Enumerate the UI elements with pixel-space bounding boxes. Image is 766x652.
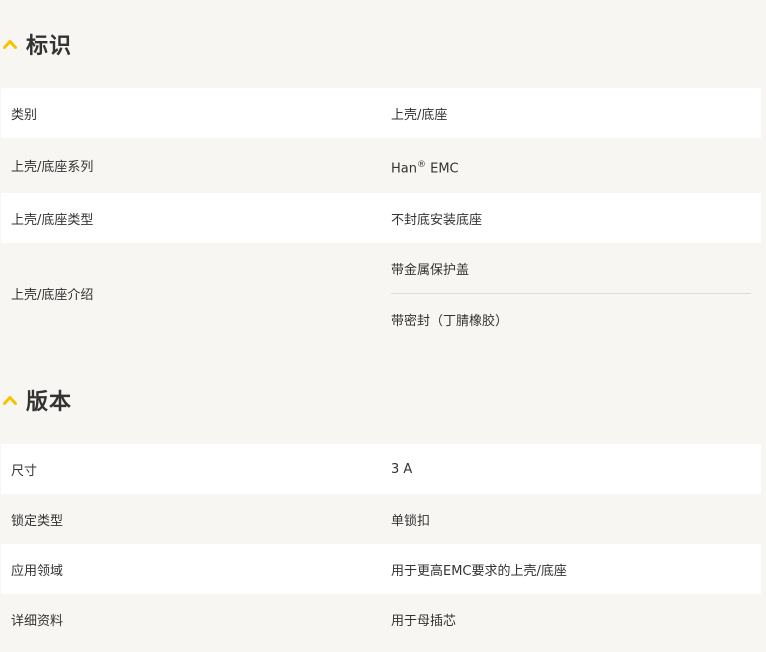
section-header-version[interactable]: 版本 — [0, 344, 766, 444]
section-title: 标识 — [26, 34, 73, 59]
registered-mark: ® — [416, 160, 426, 171]
table-row: 详细资料 用于母插芯 — [1, 594, 761, 644]
table-row: 上壳/底座介绍 带金属保护盖 带密封（丁腈橡胶） — [1, 243, 761, 344]
row-value: 用于母插芯 — [391, 613, 457, 629]
table-row: 上壳/底座类型 不封底安装底座 — [1, 193, 761, 243]
row-label: 上壳/底座系列 — [11, 160, 94, 175]
section-title: 版本 — [26, 390, 73, 415]
chevron-up-icon[interactable] — [2, 38, 18, 50]
row-label: 锁定类型 — [11, 513, 64, 529]
series-name: Han — [391, 161, 417, 177]
spec-table: 类别 上壳/底座 上壳/底座系列 Han® EMC 上壳/底座类型 不封底安装底… — [1, 88, 761, 344]
spec-table: 尺寸 3 A 锁定类型 单锁扣 应用领域 用于更高EMC要求的上壳/底座 详细资… — [1, 444, 761, 644]
list-item: 带密封（丁腈橡胶） — [391, 313, 509, 329]
row-label: 应用领域 — [11, 563, 64, 579]
row-value: 上壳/底座 — [391, 107, 448, 123]
row-value: 3 A — [391, 461, 413, 477]
row-label: 上壳/底座介绍 — [11, 288, 94, 303]
section-version: 版本 尺寸 3 A 锁定类型 单锁扣 应用领域 用于更高EMC要求的上壳/底座 … — [0, 344, 766, 644]
table-row: 类别 上壳/底座 — [1, 88, 761, 138]
table-row: 上壳/底座系列 Han® EMC — [1, 138, 761, 193]
row-label: 上壳/底座类型 — [11, 212, 94, 228]
row-value: 用于更高EMC要求的上壳/底座 — [391, 563, 567, 579]
section-header-identification[interactable]: 标识 — [0, 0, 766, 88]
chevron-up-icon[interactable] — [2, 394, 18, 406]
row-label: 尺寸 — [11, 463, 38, 479]
list-item: 带金属保护盖 — [391, 262, 470, 278]
table-row: 应用领域 用于更高EMC要求的上壳/底座 — [1, 544, 761, 594]
row-value: Han® EMC — [381, 154, 761, 176]
row-value: 不封底安装底座 — [391, 212, 483, 228]
row-label: 类别 — [11, 107, 38, 123]
row-value: 单锁扣 — [391, 513, 431, 529]
table-row: 锁定类型 单锁扣 — [1, 494, 761, 544]
series-suffix: EMC — [425, 161, 459, 177]
row-label: 详细资料 — [11, 613, 64, 629]
section-identification: 标识 类别 上壳/底座 上壳/底座系列 Han® EMC 上壳/底座类型 不封底… — [0, 0, 766, 344]
table-row: 尺寸 3 A — [1, 444, 761, 494]
row-value-list: 带金属保护盖 带密封（丁腈橡胶） — [381, 243, 761, 344]
